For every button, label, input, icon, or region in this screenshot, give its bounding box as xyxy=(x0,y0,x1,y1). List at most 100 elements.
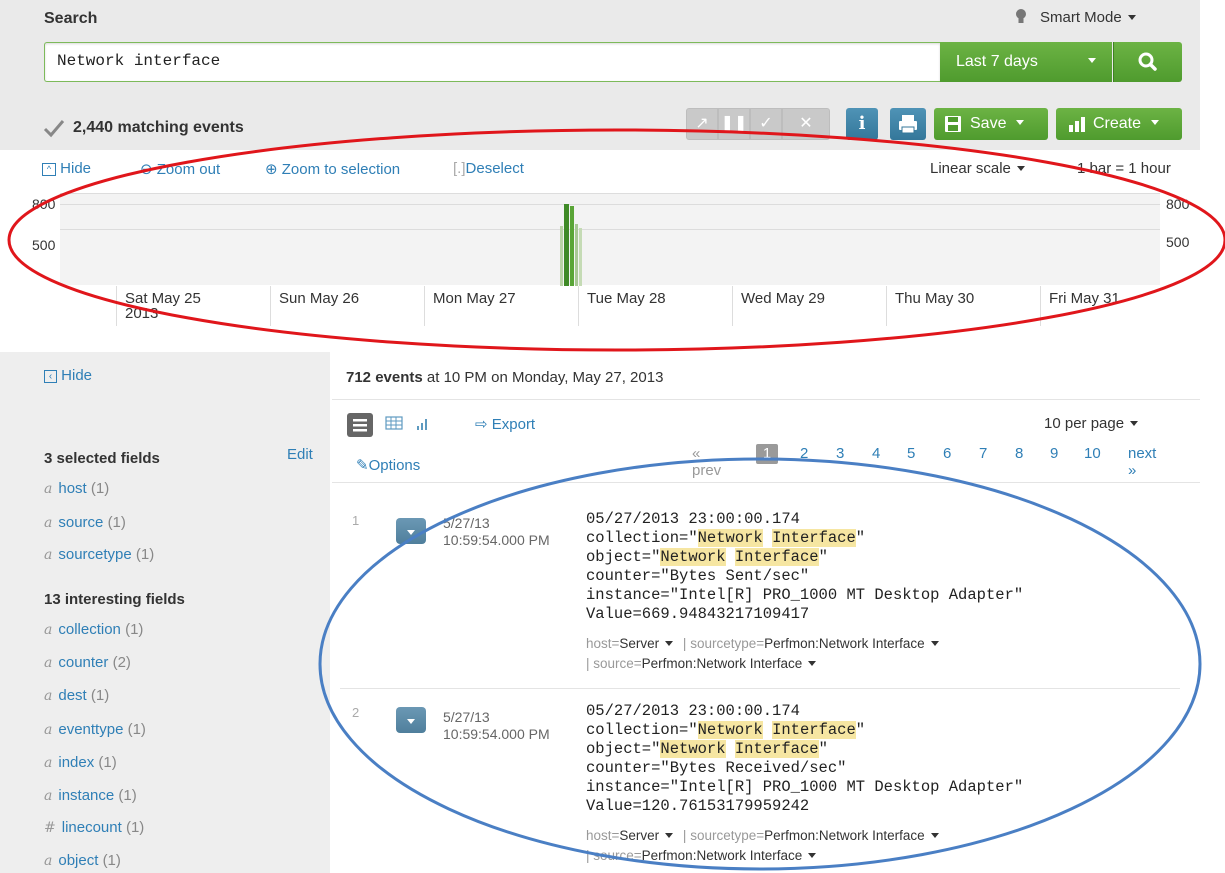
meta-source-key: source= xyxy=(593,656,642,671)
chevron-down-icon xyxy=(1130,420,1139,426)
field-type-icon: a xyxy=(44,655,53,671)
field-counter[interactable]: a counter (2) xyxy=(44,654,131,671)
zoom-out-icon: ⊖ xyxy=(140,161,153,178)
field-linecount[interactable]: # linecount (1) xyxy=(44,819,144,836)
raw-view-button[interactable] xyxy=(415,415,431,435)
send-to-background-button[interactable]: ↗ xyxy=(686,108,718,140)
chevron-down-icon[interactable] xyxy=(930,832,939,838)
collapse-left-icon: ‹ xyxy=(44,369,57,383)
kv-prefix: collection=" xyxy=(586,529,698,547)
pager-page[interactable]: 9 xyxy=(1050,445,1058,462)
event-actions-toggle[interactable] xyxy=(396,518,426,544)
timeline-hide-button[interactable]: ^ Hide xyxy=(42,160,91,177)
x-axis-tick: Wed May 29 xyxy=(732,286,825,326)
event-date: 5/27/13 xyxy=(443,709,490,725)
chevron-down-icon xyxy=(407,719,415,725)
meta-sourcetype-value[interactable]: Perfmon:Network Interface xyxy=(764,828,925,843)
field-sourcetype[interactable]: a sourcetype (1) xyxy=(44,546,154,563)
event-time: 5/27/13 10:59:54.000 PM xyxy=(443,709,550,743)
stop-button[interactable]: ✕ xyxy=(782,108,830,140)
x-tick-label: Fri May 31 xyxy=(1049,290,1120,307)
event-date: 5/27/13 xyxy=(443,515,490,531)
job-inspector-button[interactable]: i xyxy=(846,108,878,140)
per-page-dropdown[interactable]: 10 per page xyxy=(1044,415,1144,432)
divider xyxy=(340,688,1180,689)
event-actions-toggle[interactable] xyxy=(396,707,426,733)
kv-prefix: object=" xyxy=(586,740,661,758)
edit-fields-link[interactable]: Edit xyxy=(287,446,313,463)
meta-sourcetype-value[interactable]: Perfmon:Network Interface xyxy=(764,636,925,651)
timeline-chart[interactable] xyxy=(60,193,1160,286)
meta-host-value[interactable]: Server xyxy=(619,828,659,843)
checkmark-icon xyxy=(43,120,65,138)
event-collection-line: collection="Network Interface" xyxy=(586,721,866,739)
print-button[interactable] xyxy=(890,108,926,140)
finalize-button[interactable]: ✓ xyxy=(750,108,782,140)
pager-next[interactable]: next » xyxy=(1128,445,1156,479)
field-instance[interactable]: a instance (1) xyxy=(44,787,137,804)
pager-page[interactable]: 4 xyxy=(872,445,880,462)
chevron-down-icon[interactable] xyxy=(665,832,674,838)
field-index[interactable]: a index (1) xyxy=(44,754,117,771)
chevron-down-icon[interactable] xyxy=(930,640,939,646)
field-eventtype[interactable]: a eventtype (1) xyxy=(44,721,146,738)
export-button[interactable]: ⇨ Export xyxy=(475,415,535,433)
field-dest[interactable]: a dest (1) xyxy=(44,687,109,704)
pager-prev[interactable]: « prev xyxy=(692,445,721,479)
info-icon: i xyxy=(858,113,866,134)
event-counter-line: counter="Bytes Received/sec" xyxy=(586,759,847,777)
meta-host-value[interactable]: Server xyxy=(619,636,659,651)
field-name: object xyxy=(58,852,99,869)
pager-page[interactable]: 2 xyxy=(800,445,808,462)
meta-source-value[interactable]: Perfmon:Network Interface xyxy=(642,656,803,671)
search-button[interactable] xyxy=(1113,42,1182,82)
field-type-icon: a xyxy=(44,481,53,497)
search-input[interactable]: Network interface xyxy=(44,42,940,82)
field-object[interactable]: a object (1) xyxy=(44,852,121,869)
pager-page[interactable]: 3 xyxy=(836,445,844,462)
field-host[interactable]: a host (1) xyxy=(44,480,109,497)
pager-page[interactable]: 7 xyxy=(979,445,987,462)
pause-button[interactable]: ❚❚ xyxy=(718,108,750,140)
chevron-down-icon[interactable] xyxy=(808,852,817,858)
search-mode-dropdown[interactable]: Smart Mode xyxy=(1040,9,1142,26)
chevron-down-icon[interactable] xyxy=(808,660,817,666)
sidebar-hide-button[interactable]: ‹ Hide xyxy=(44,367,92,384)
event-raw-text[interactable]: 05/27/2013 23:00:00.174 collection="Netwo… xyxy=(586,702,1023,816)
pager-page[interactable]: 10 xyxy=(1084,445,1101,462)
field-type-icon: a xyxy=(44,547,53,563)
zoom-to-selection-button[interactable]: ⊕ Zoom to selection xyxy=(265,160,400,178)
list-view-button[interactable] xyxy=(347,413,373,437)
pager-page[interactable]: 6 xyxy=(943,445,951,462)
event-raw-text[interactable]: 05/27/2013 23:00:00.174 collection="Netwo… xyxy=(586,510,1023,624)
zoom-out-button[interactable]: ⊖ Zoom out xyxy=(140,160,220,178)
lightbulb-icon[interactable] xyxy=(1012,7,1030,27)
create-button[interactable]: Create xyxy=(1056,108,1182,140)
search-highlight: Network xyxy=(660,740,726,758)
timeline-controls: ^ Hide ⊖ Zoom out ⊕ Zoom to selection [.… xyxy=(0,160,1200,182)
event-time: 5/27/13 10:59:54.000 PM xyxy=(443,515,550,549)
field-type-icon: a xyxy=(44,688,53,704)
table-view-button[interactable] xyxy=(385,415,403,435)
chevron-down-icon xyxy=(1151,120,1160,126)
meta-host-key: host= xyxy=(586,636,620,651)
pager-page-current[interactable]: 1 xyxy=(756,444,778,464)
time-range-picker[interactable]: Last 7 days xyxy=(940,42,1112,82)
close-icon: ✕ xyxy=(799,115,813,132)
chevron-down-icon[interactable] xyxy=(665,640,674,646)
meta-source-value[interactable]: Perfmon:Network Interface xyxy=(642,848,803,863)
pager-page[interactable]: 8 xyxy=(1015,445,1023,462)
field-count: (1) xyxy=(118,787,137,804)
options-button[interactable]: ✎Options xyxy=(356,456,420,474)
search-highlight: Interface xyxy=(734,740,819,758)
event-timestamp: 05/27/2013 23:00:00.174 xyxy=(586,702,800,720)
deselect-button[interactable]: [.]Deselect xyxy=(453,160,524,177)
field-source[interactable]: a source (1) xyxy=(44,514,126,531)
field-collection[interactable]: a collection (1) xyxy=(44,621,143,638)
scale-dropdown[interactable]: Linear scale xyxy=(930,160,1031,177)
field-name: sourcetype xyxy=(58,546,132,563)
timeline-x-axis: Sat May 25 2013 Sun May 26 Mon May 27 Tu… xyxy=(60,286,1160,336)
save-button[interactable]: Save xyxy=(934,108,1048,140)
search-highlight: Network xyxy=(697,721,763,739)
pager-page[interactable]: 5 xyxy=(907,445,915,462)
